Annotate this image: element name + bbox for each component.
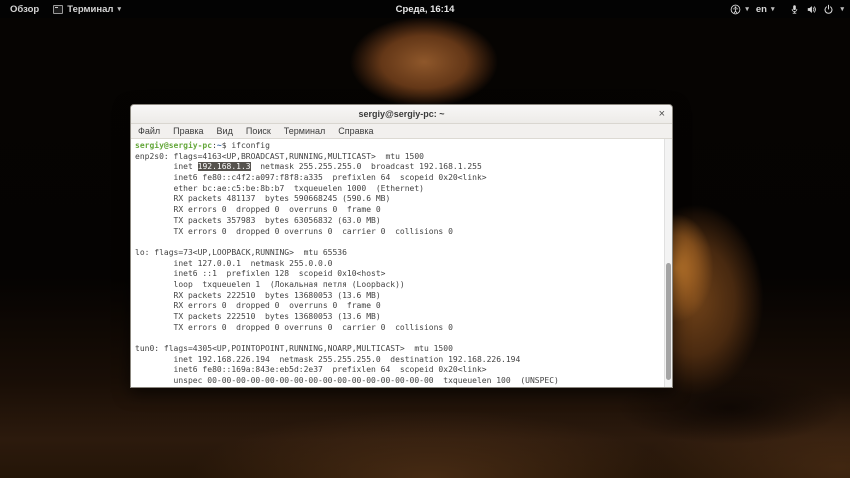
accessibility-icon: [731, 4, 741, 14]
clock[interactable]: Среда, 16:14: [0, 4, 850, 15]
terminal-line: RX errors 0 dropped 0 overruns 0 frame 0: [135, 205, 381, 215]
terminal-line: RX errors 0 dropped 0 overruns 0 frame 0: [135, 301, 381, 311]
terminal-line: inet6 fe80::169a:843e:eb5d:2e37 prefixle…: [135, 365, 487, 375]
window-titlebar[interactable]: sergiy@sergiy-pc: ~ ×: [131, 105, 672, 124]
menu-item-4[interactable]: Терминал: [284, 126, 325, 136]
menu-item-3[interactable]: Поиск: [246, 126, 271, 136]
terminal-line: TX packets 357983 bytes 63056832 (63.0 M…: [135, 215, 381, 225]
terminal-line: inet6 ::1 prefixlen 128 scopeid 0x10<hos…: [135, 269, 386, 279]
scrollbar-thumb[interactable]: [666, 263, 671, 380]
window-title: sergiy@sergiy-pc: ~: [358, 109, 445, 119]
terminal-line: unspec 00-00-00-00-00-00-00-00-00-00-00-…: [135, 376, 559, 386]
desktop: Обзор Терминал ▾ Среда, 16:14 ▾ en ▾ ▾ s…: [0, 0, 850, 478]
chevron-down-icon: ▾: [770, 6, 775, 13]
terminal-line: ether bc:ae:c5:be:8b:b7 txqueuelen 1000 …: [135, 183, 424, 193]
terminal-line: lo: flags=73<UP,LOOPBACK,RUNNING> mtu 65…: [135, 247, 347, 257]
top-bar: Обзор Терминал ▾ Среда, 16:14 ▾ en ▾ ▾: [0, 0, 850, 18]
terminal-line: TX packets 222510 bytes 13680053 (13.6 M…: [135, 312, 381, 321]
menu-item-5[interactable]: Справка: [338, 126, 373, 136]
terminal-line: tun0: flags=4305<UP,POINTOPOINT,RUNNING,…: [135, 344, 453, 354]
menu-item-0[interactable]: Файл: [138, 126, 160, 136]
scrollbar[interactable]: [664, 139, 672, 387]
terminal-line: enp2s0: flags=4163<UP,BROADCAST,RUNNING,…: [135, 151, 424, 161]
terminal-line: TX errors 0 dropped 0 overruns 0 carrier…: [135, 226, 453, 236]
terminal-line: loop txqueuelen 1 (Локальная петля (Loop…: [135, 279, 405, 289]
menu-item-1[interactable]: Правка: [173, 126, 203, 136]
keyboard-layout-menu[interactable]: en ▾: [756, 4, 775, 15]
terminal-line: RX packets 222510 bytes 13680053 (13.6 M…: [135, 290, 381, 300]
language-label: en: [755, 3, 767, 15]
terminal-line: inet 192.168.226.194 netmask 255.255.255…: [135, 354, 521, 364]
chevron-down-icon: ▾: [745, 6, 749, 13]
terminal-line: inet6 fe80::c4f2:a097:f8f8:a335 prefixle…: [135, 173, 487, 183]
chevron-down-icon: ▾: [840, 6, 844, 13]
terminal-line: inet 192.168.1.3 netmask 255.255.255.0 b…: [135, 162, 482, 172]
terminal-line: TX errors 0 dropped 0 overruns 0 carrier…: [135, 322, 453, 332]
accessibility-menu[interactable]: ▾: [730, 4, 749, 15]
microphone-icon: [792, 4, 798, 14]
power-icon: [824, 4, 833, 14]
terminal-line: inet 127.0.0.1 netmask 255.0.0.0: [135, 258, 333, 268]
terminal-line: sergiy@sergiy-pc:~$ ifconfig: [135, 141, 270, 150]
close-icon[interactable]: ×: [659, 107, 665, 121]
terminal-text: sergiy@sergiy-pc:~$ ifconfig enp2s0: flag…: [135, 141, 662, 387]
menu-item-2[interactable]: Вид: [217, 126, 233, 136]
system-status-menu[interactable]: ▾: [789, 4, 844, 15]
terminal-window: sergiy@sergiy-pc: ~ × Файл Правка Вид Поиск…: [130, 104, 673, 388]
menu-bar: Файл Правка Вид Поиск Терминал Справка: [131, 124, 672, 139]
volume-icon: [808, 5, 817, 13]
terminal-output[interactable]: sergiy@sergiy-pc:~$ ifconfig enp2s0: flag…: [131, 139, 672, 387]
terminal-line: RX packets 481137 bytes 590668245 (590.6…: [135, 194, 391, 204]
